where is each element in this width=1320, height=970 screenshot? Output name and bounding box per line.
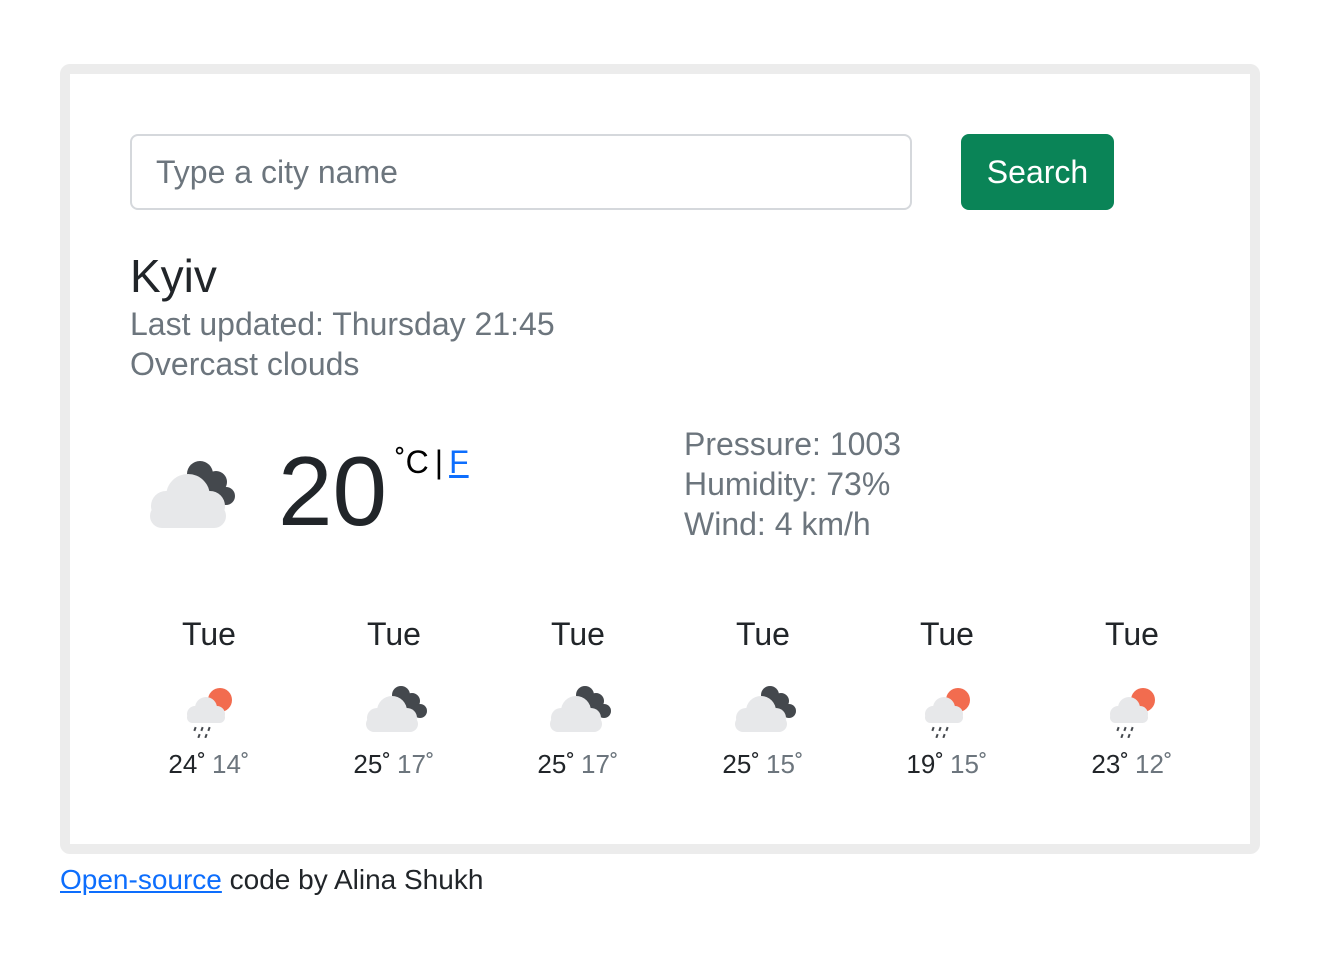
forecast-max-temp: 19˚ xyxy=(906,749,944,779)
forecast-temps: 19˚ 15˚ xyxy=(867,748,1027,780)
overcast-clouds-icon xyxy=(150,461,235,528)
forecast-min-temp: 15˚ xyxy=(766,749,804,779)
wind-stat: Wind: 4 km/h xyxy=(684,506,871,542)
forecast-temps: 23˚ 12˚ xyxy=(1052,748,1212,780)
unit-separator: | xyxy=(434,444,444,480)
footer-credit: code by Alina Shukh xyxy=(221,864,484,895)
forecast-min-temp: 17˚ xyxy=(581,749,619,779)
forecast-temps: 25˚ 17˚ xyxy=(314,748,474,780)
weather-stats: Pressure: 1003 Humidity: 73% Wind: 4 km/… xyxy=(684,424,901,544)
forecast-min-temp: 17˚ xyxy=(397,749,435,779)
city-name: Kyiv xyxy=(130,250,217,302)
forecast-day: Tue 24˚ 14˚ xyxy=(129,614,289,780)
last-updated: Last updated: Thursday 21:45 xyxy=(130,306,555,342)
forecast-max-temp: 24˚ xyxy=(168,749,206,779)
forecast-day-name: Tue xyxy=(736,616,790,652)
search-button[interactable]: Search xyxy=(961,134,1114,210)
forecast-day-name: Tue xyxy=(182,616,236,652)
forecast-day-name: Tue xyxy=(551,616,605,652)
forecast-temps: 24˚ 14˚ xyxy=(129,748,289,780)
forecast-day: Tue 25˚ 15˚ xyxy=(683,614,843,780)
open-source-link[interactable]: Open-source xyxy=(60,864,222,895)
current-temperature: 20 xyxy=(278,436,388,546)
forecast-day-name: Tue xyxy=(920,616,974,652)
broken-clouds-icon xyxy=(735,686,796,732)
rain-sun-icon xyxy=(1110,688,1155,738)
forecast-max-temp: 25˚ xyxy=(353,749,391,779)
humidity-stat: Humidity: 73% xyxy=(684,466,891,502)
forecast-max-temp: 25˚ xyxy=(722,749,760,779)
footer: Open-source code by Alina Shukh xyxy=(60,862,483,898)
fahrenheit-link[interactable]: F xyxy=(449,444,469,480)
forecast-temps: 25˚ 15˚ xyxy=(683,748,843,780)
forecast-day: Tue 25˚ 17˚ xyxy=(314,614,474,780)
forecast-day: Tue 25˚ 17˚ xyxy=(498,614,658,780)
forecast-day-name: Tue xyxy=(367,616,421,652)
forecast-max-temp: 25˚ xyxy=(537,749,575,779)
weather-description: Overcast clouds xyxy=(130,346,360,382)
rain-sun-icon xyxy=(925,688,970,738)
forecast-min-temp: 15˚ xyxy=(950,749,988,779)
forecast-day: Tue 23˚ 12˚ xyxy=(1052,614,1212,780)
forecast-min-temp: 12˚ xyxy=(1135,749,1173,779)
forecast-max-temp: 23˚ xyxy=(1091,749,1129,779)
broken-clouds-icon xyxy=(366,686,427,732)
forecast-temps: 25˚ 17˚ xyxy=(498,748,658,780)
forecast-day-name: Tue xyxy=(1105,616,1159,652)
weather-card: Search Kyiv Last updated: Thursday 21:45… xyxy=(60,64,1260,854)
forecast: Tue 24˚ 14˚ Tue 25˚ 17˚ Tue 25˚ 17˚ Tue 25˚ 15˚ Tue 1… xyxy=(129,614,1239,804)
forecast-min-temp: 14˚ xyxy=(212,749,250,779)
forecast-day: Tue 19˚ 15˚ xyxy=(867,614,1027,780)
unit-celsius: ˚C xyxy=(395,444,429,480)
broken-clouds-icon xyxy=(550,686,611,732)
pressure-stat: Pressure: 1003 xyxy=(684,426,902,462)
unit-switcher: ˚C | F xyxy=(395,442,469,482)
rain-sun-icon xyxy=(187,688,232,738)
search-input[interactable] xyxy=(130,134,912,210)
